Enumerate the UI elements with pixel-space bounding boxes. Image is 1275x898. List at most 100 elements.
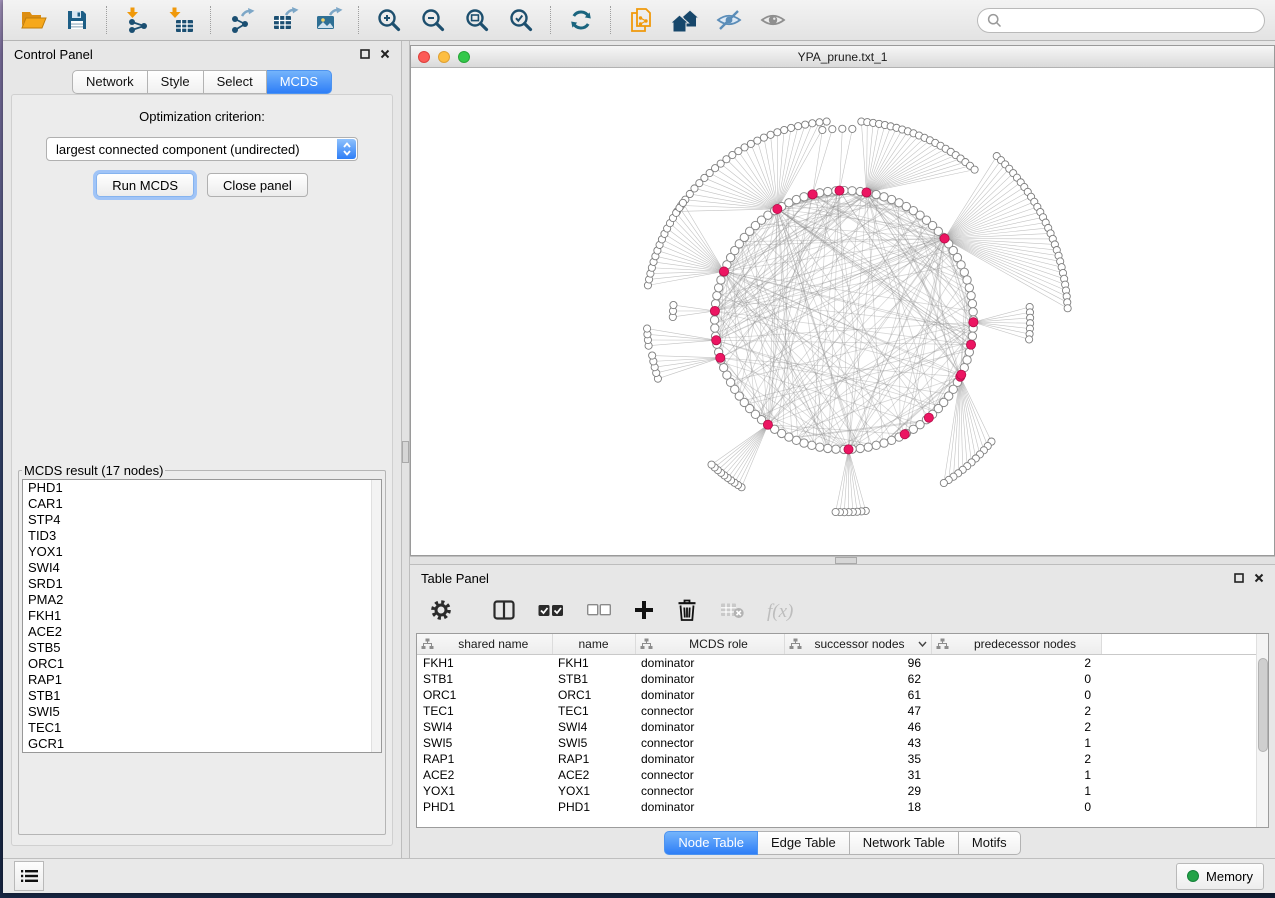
mcds-result-list[interactable]: PHD1CAR1STP4TID3YOX1SWI4SRD1PMA2FKH1ACE2… — [22, 479, 382, 753]
float-panel-icon[interactable] — [1234, 573, 1244, 583]
column-header-successor-nodes[interactable]: successor nodes — [784, 634, 931, 655]
list-item[interactable]: STB1 — [23, 688, 381, 704]
show-column-button[interactable] — [493, 600, 515, 625]
list-item[interactable]: SWI4 — [23, 560, 381, 576]
show-all-button[interactable] — [755, 4, 791, 36]
import-network-button[interactable] — [119, 4, 155, 36]
zoom-selected-button[interactable] — [503, 4, 539, 36]
export-image-button[interactable] — [311, 4, 347, 36]
settings-gear-button[interactable] — [430, 599, 452, 626]
table-row[interactable]: SWI4SWI4dominator462 — [417, 719, 1268, 735]
table-row[interactable]: STB1STB1dominator620 — [417, 671, 1268, 687]
tab-node-table[interactable]: Node Table — [664, 831, 758, 855]
list-item[interactable]: CAR1 — [23, 496, 381, 512]
zoom-out-icon — [420, 7, 446, 33]
table-row[interactable]: ACE2ACE2connector311 — [417, 767, 1268, 783]
delete-table-button[interactable] — [720, 601, 744, 624]
zoom-in-button[interactable] — [371, 4, 407, 36]
maximize-window-icon[interactable] — [458, 51, 470, 63]
main-toolbar — [3, 0, 1275, 41]
table-row[interactable]: FKH1FKH1dominator962 — [417, 655, 1268, 672]
zoom-fit-icon — [464, 7, 490, 33]
list-item[interactable]: STP4 — [23, 512, 381, 528]
table-row[interactable]: TEC1TEC1connector472 — [417, 703, 1268, 719]
list-item[interactable]: PHD1 — [23, 480, 381, 496]
table-row[interactable]: PHD1PHD1dominator180 — [417, 799, 1268, 815]
minimize-window-icon[interactable] — [438, 51, 450, 63]
list-item[interactable]: STB5 — [23, 640, 381, 656]
list-item[interactable]: YOX1 — [23, 544, 381, 560]
list-item[interactable]: TID3 — [23, 528, 381, 544]
table-row[interactable]: ORC1ORC1dominator610 — [417, 687, 1268, 703]
first-neighbors-button[interactable] — [667, 4, 703, 36]
function-builder-button[interactable]: f(x) — [767, 601, 793, 623]
list-item[interactable]: GCR1 — [23, 736, 381, 752]
splitter-grip[interactable] — [402, 441, 409, 463]
tab-select[interactable]: Select — [204, 70, 267, 94]
column-header-predecessor-nodes[interactable]: predecessor nodes — [931, 634, 1101, 655]
duplicate-network-button[interactable] — [623, 4, 659, 36]
table-row[interactable]: SWI5SWI5connector431 — [417, 735, 1268, 751]
list-item[interactable]: SRD1 — [23, 576, 381, 592]
tab-network[interactable]: Network — [72, 70, 148, 94]
list-item[interactable]: PMA2 — [23, 592, 381, 608]
search-box[interactable] — [977, 8, 1265, 33]
list-item[interactable]: SWI5 — [23, 704, 381, 720]
list-item[interactable]: TEC1 — [23, 720, 381, 736]
criterion-select[interactable]: largest connected component (undirected) — [46, 137, 358, 161]
tab-mcds[interactable]: MCDS — [267, 70, 332, 94]
hierarchy-icon — [789, 638, 802, 650]
splitter-grip[interactable] — [835, 557, 857, 564]
import-table-button[interactable] — [163, 4, 199, 36]
hide-selected-button[interactable] — [711, 4, 747, 36]
export-network-button[interactable] — [223, 4, 259, 36]
tab-style[interactable]: Style — [148, 70, 204, 94]
table-row[interactable]: YOX1YOX1connector291 — [417, 783, 1268, 799]
zoom-in-icon — [376, 7, 402, 33]
scrollbar-thumb[interactable] — [1258, 658, 1268, 752]
tab-network-table[interactable]: Network Table — [850, 831, 959, 855]
close-panel-icon[interactable] — [380, 49, 390, 59]
toolbar-separator — [610, 6, 612, 34]
list-scrollbar[interactable] — [371, 480, 381, 752]
deselect-all-button[interactable] — [587, 603, 611, 621]
tab-motifs[interactable]: Motifs — [959, 831, 1021, 855]
close-window-icon[interactable] — [418, 51, 430, 63]
close-panel-icon[interactable] — [1254, 573, 1264, 583]
network-canvas[interactable] — [411, 68, 1274, 555]
close-panel-button[interactable]: Close panel — [207, 173, 308, 197]
add-row-button[interactable] — [634, 600, 654, 625]
memory-button[interactable]: Memory — [1176, 863, 1264, 890]
export-table-button[interactable] — [267, 4, 303, 36]
table-scrollbar[interactable] — [1256, 634, 1268, 827]
list-item[interactable]: RAP1 — [23, 672, 381, 688]
open-session-button[interactable] — [15, 4, 51, 36]
list-item[interactable]: FKH1 — [23, 608, 381, 624]
run-mcds-button[interactable]: Run MCDS — [96, 173, 194, 197]
zoom-out-button[interactable] — [415, 4, 451, 36]
table-row[interactable]: RAP1RAP1dominator352 — [417, 751, 1268, 767]
status-bar: Memory — [3, 858, 1275, 893]
delete-row-button[interactable] — [677, 599, 697, 626]
network-titlebar[interactable]: YPA_prune.txt_1 — [411, 46, 1274, 68]
column-header-mcds-role[interactable]: MCDS role — [635, 634, 784, 655]
save-session-button[interactable] — [59, 4, 95, 36]
list-item[interactable]: ORC1 — [23, 656, 381, 672]
list-item[interactable]: ACE2 — [23, 624, 381, 640]
column-header-shared-name[interactable]: shared name — [417, 634, 552, 655]
hierarchy-icon — [936, 638, 949, 650]
network-view[interactable] — [411, 68, 1274, 555]
import-table-icon — [168, 7, 194, 33]
zoom-fit-button[interactable] — [459, 4, 495, 36]
search-input[interactable] — [1008, 12, 1255, 29]
column-header-name[interactable]: name — [552, 634, 635, 655]
select-all-button[interactable] — [538, 603, 564, 622]
memory-label: Memory — [1206, 869, 1253, 884]
vertical-splitter[interactable] — [401, 41, 410, 858]
task-history-button[interactable] — [14, 861, 44, 891]
tab-edge-table[interactable]: Edge Table — [758, 831, 850, 855]
float-panel-icon[interactable] — [360, 49, 370, 59]
refresh-view-button[interactable] — [563, 4, 599, 36]
export-image-icon — [315, 7, 343, 33]
horizontal-splitter[interactable] — [410, 556, 1275, 565]
